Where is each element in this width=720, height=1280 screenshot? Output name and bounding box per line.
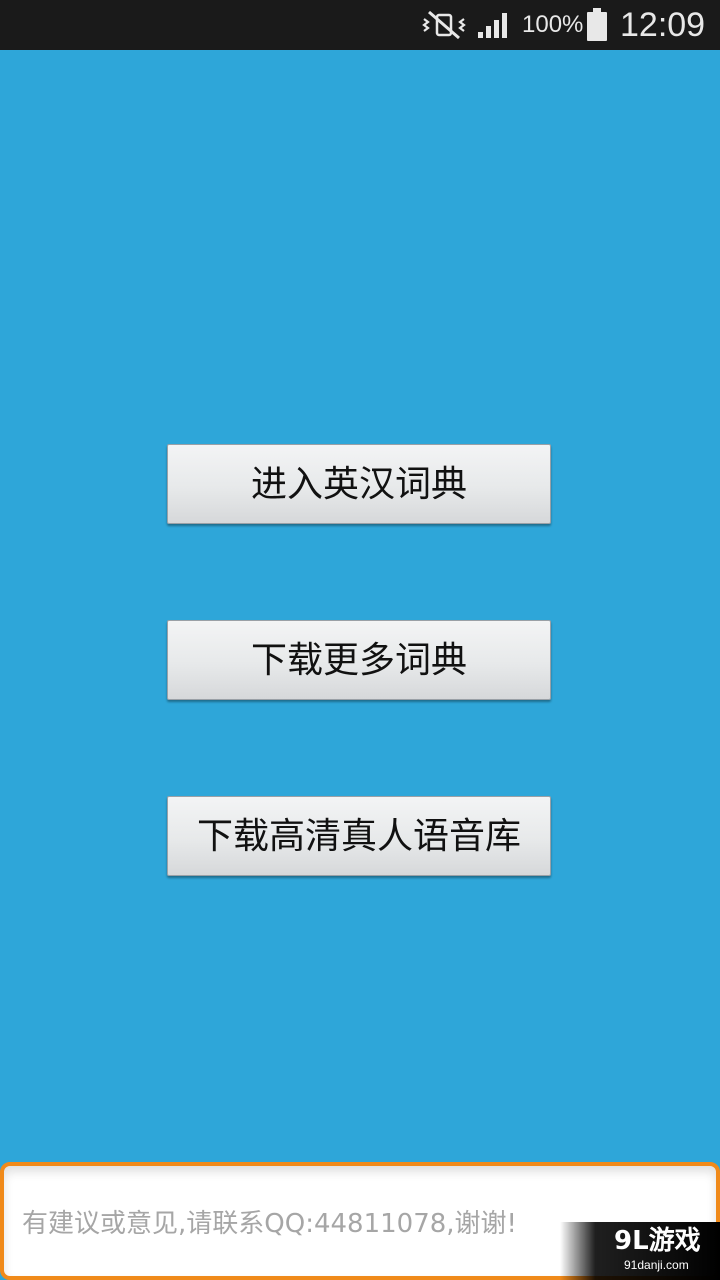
download-dictionaries-button[interactable]: 下载更多词典 [167, 620, 551, 700]
download-voice-library-button[interactable]: 下载高清真人语音库 [167, 796, 551, 876]
enter-dictionary-button[interactable]: 进入英汉词典 [167, 444, 551, 524]
feedback-placeholder: 有建议或意见,请联系QQ:44811078,谢谢! [22, 1209, 517, 1239]
mute-vibrate-icon [422, 10, 466, 40]
status-clock: 12:09 [620, 6, 706, 44]
signal-icon [478, 13, 507, 38]
watermark-title: 9L游戏 [614, 1226, 701, 1256]
app-screen: 100% 12:09 进入英汉词典 下载更多词典 下载高清真人语音库 有建议或意… [0, 0, 720, 1280]
battery-percent: 100% [522, 11, 584, 38]
battery-icon [587, 8, 607, 41]
watermark-url: 91danji.com [624, 1258, 689, 1272]
status-bar: 100% 12:09 [0, 0, 720, 50]
watermark-logo: 9L游戏 91danji.com [560, 1222, 720, 1280]
